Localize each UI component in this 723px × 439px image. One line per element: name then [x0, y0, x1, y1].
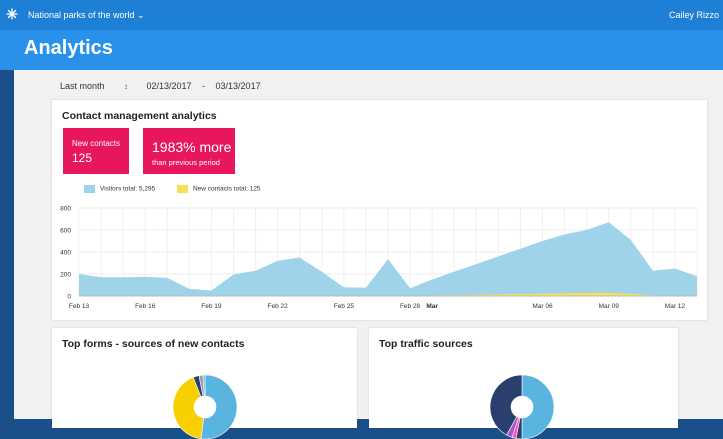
x-tick-label: Feb 19: [201, 303, 222, 310]
top-navigation-bar: National parks of the world ⌄ Cailey Riz…: [0, 0, 723, 30]
workspace-dropdown[interactable]: National parks of the world ⌄: [28, 10, 145, 21]
x-tick-label: Feb 16: [135, 303, 156, 310]
growth-value: 1983% more: [152, 139, 232, 155]
forms-donut-chart: [173, 375, 237, 439]
new-contacts-stat: New contacts 125: [63, 128, 129, 174]
x-tick-label: Feb 28: [400, 303, 421, 310]
legend-label-contacts: New contacts total: 125: [192, 185, 261, 193]
x-tick-label: Feb 13: [69, 303, 90, 310]
select-arrows-icon: ↕: [115, 82, 128, 91]
main-content: Last month ↕ 02/13/2017 - 03/13/2017 Con…: [14, 70, 723, 439]
forms-donut-slice[interactable]: [200, 375, 237, 439]
card-title: Top forms - sources of new contacts: [62, 338, 245, 350]
legend-swatch-visitors: [84, 185, 95, 193]
date-filter-bar: Last month ↕ 02/13/2017 - 03/13/2017: [60, 81, 269, 91]
legend-label-visitors: Visitors total: 5,295: [100, 185, 156, 193]
user-menu[interactable]: Cailey Rizzo: [669, 10, 719, 20]
y-tick-label: 200: [60, 272, 71, 279]
visitors-area-chart: 0 200 400 600 800 Feb 13 Feb 16 Feb 19 Feb 22 Feb…: [60, 206, 698, 310]
page-title: Analytics: [24, 37, 113, 59]
x-tick-label: Feb 25: [334, 303, 355, 310]
top-traffic-card: Top traffic sources: [369, 328, 678, 439]
contact-management-card: Contact management analytics New contact…: [52, 100, 707, 320]
card-title: Top traffic sources: [379, 338, 473, 350]
new-contacts-label: New contacts: [72, 139, 121, 148]
x-tick-label: Feb 22: [268, 303, 289, 310]
y-tick-label: 400: [60, 250, 71, 257]
growth-label: than previous period: [152, 158, 220, 167]
card-title: Contact management analytics: [62, 110, 217, 122]
start-date-input[interactable]: 02/13/2017: [146, 81, 191, 91]
x-tick-label: Mar 06: [532, 303, 553, 310]
legend-swatch-contacts: [176, 185, 188, 193]
legend-item-contacts[interactable]: New contacts total: 125: [176, 185, 261, 193]
page-header: Analytics: [0, 30, 723, 70]
growth-stat: 1983% more than previous period: [143, 128, 235, 174]
x-tick-label: Mar 09: [599, 303, 620, 310]
top-forms-card: Top forms - sources of new contacts: [52, 328, 357, 439]
y-tick-label: 0: [67, 294, 71, 301]
y-tick-label: 800: [60, 206, 71, 213]
y-tick-label: 600: [60, 228, 71, 235]
legend-item-visitors[interactable]: Visitors total: 5,295: [84, 185, 155, 193]
range-select-value: Last month: [60, 81, 105, 91]
new-contacts-value: 125: [72, 151, 93, 165]
x-tick-label: Mar 12: [665, 303, 686, 310]
traffic-donut-chart: [490, 375, 554, 439]
snowflake-logo-icon[interactable]: [6, 8, 18, 20]
traffic-donut-slice[interactable]: [521, 375, 554, 439]
date-separator: -: [202, 81, 206, 91]
end-date-input[interactable]: 03/13/2017: [216, 81, 261, 91]
chart-legend: Visitors total: 5,295 New contacts total…: [84, 185, 281, 193]
x-tick-label: Mar: [426, 303, 438, 310]
range-select[interactable]: Last month ↕: [60, 81, 138, 91]
